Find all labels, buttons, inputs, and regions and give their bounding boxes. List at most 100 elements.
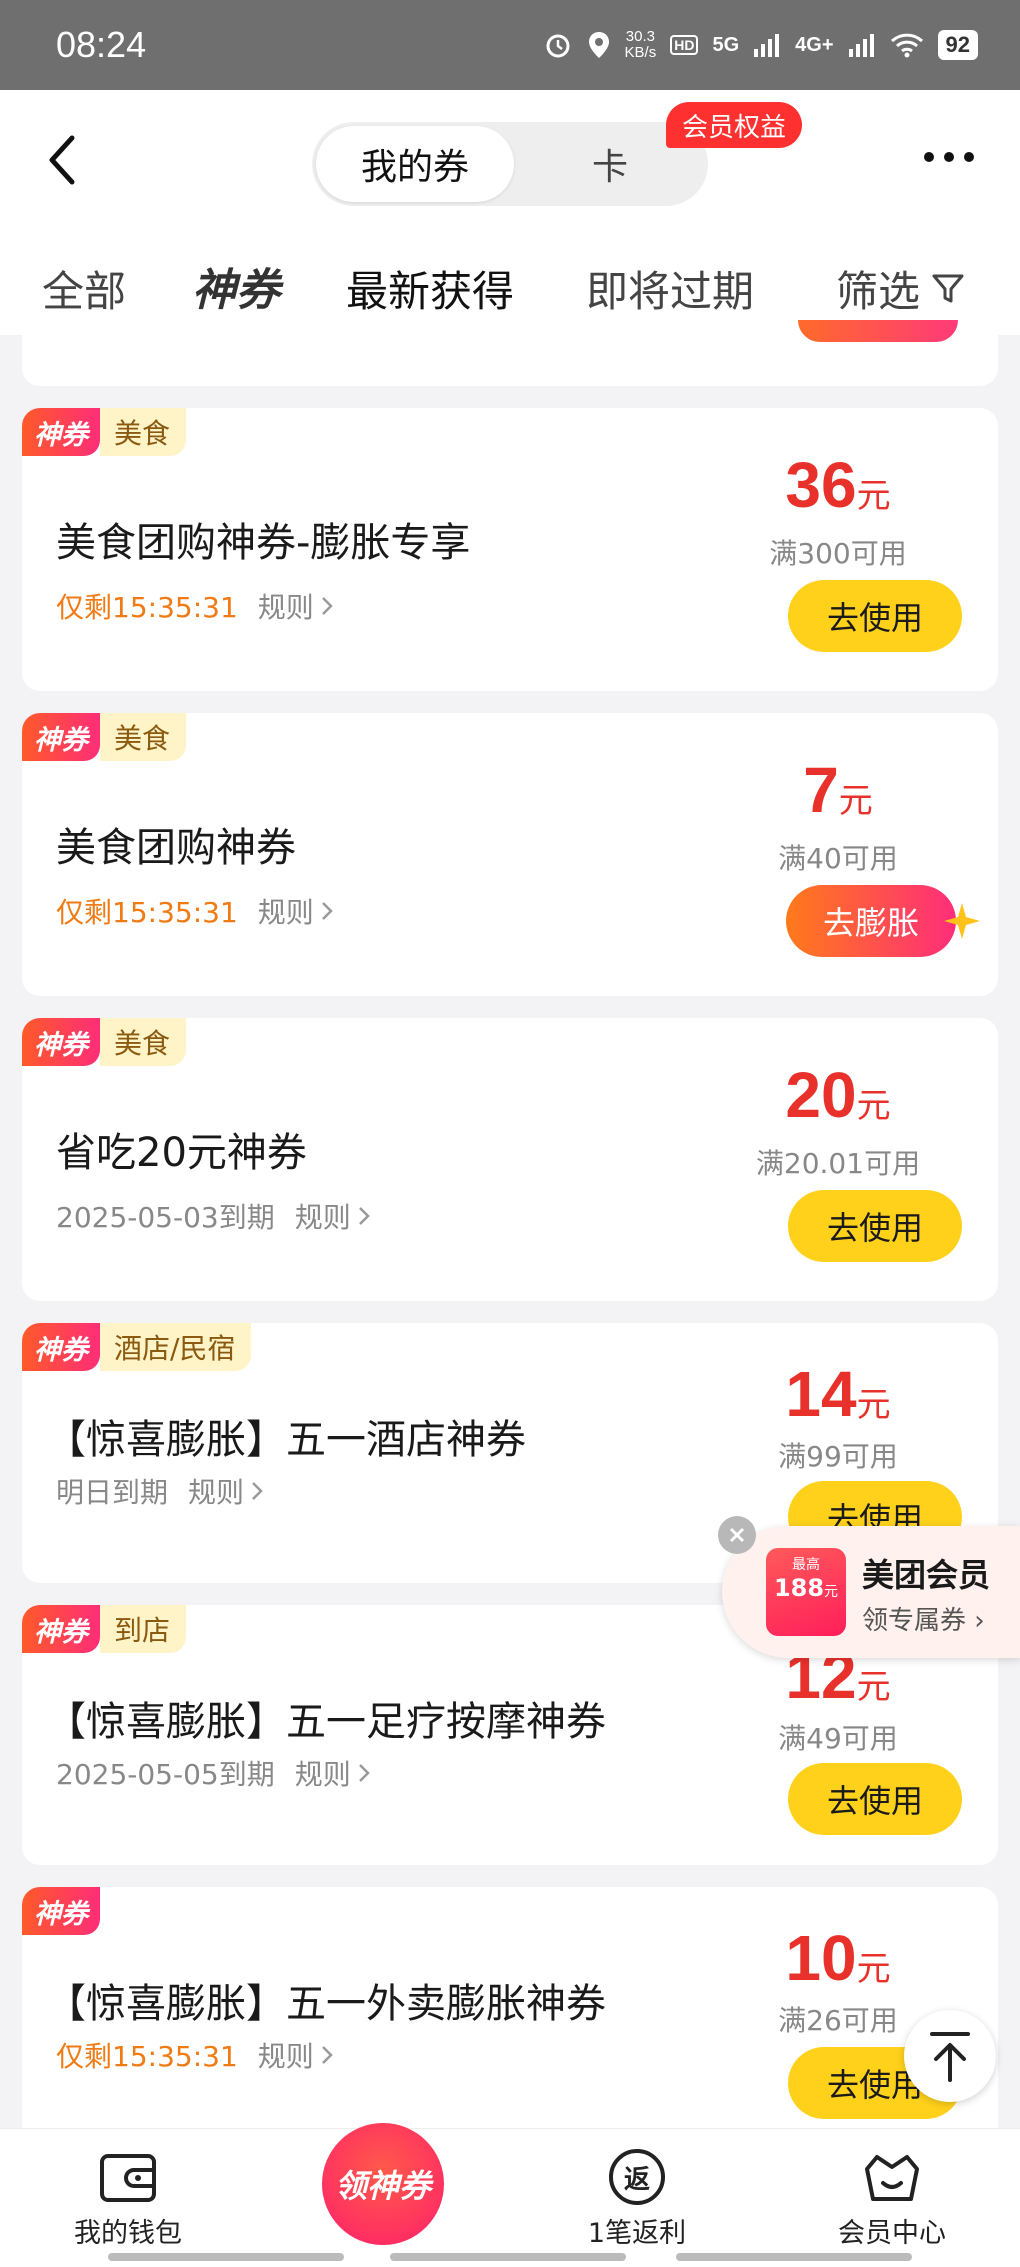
amount-value: 14 [785, 1358, 857, 1430]
promo-coupon-graphic: 最高 188元 [766, 1548, 846, 1636]
more-dot-icon [964, 152, 974, 162]
nav-rebate[interactable]: 返 1笔返利 [537, 2143, 737, 2250]
coupon-card[interactable]: 神券 美食 美食团购神券-膨胀专享 仅剩15:35:31 规则 36元 满300… [22, 408, 998, 691]
rule-label: 规则 [294, 1201, 351, 1234]
amount-value: 20 [785, 1059, 857, 1131]
promo-close-button[interactable] [718, 1516, 756, 1554]
use-coupon-button[interactable]: 去使用 [788, 1763, 962, 1835]
rule-link[interactable]: 规则 [188, 1471, 264, 1511]
funnel-icon [932, 274, 964, 302]
coupon-amount: 10元 [738, 1921, 938, 1995]
amount-unit: 元 [838, 781, 873, 821]
nav-rebate-label: 1笔返利 [587, 2218, 687, 2249]
category-tag: 到店 [100, 1605, 187, 1653]
signal-bars-icon-2 [848, 34, 874, 57]
tab-filter[interactable]: 筛选 [836, 258, 966, 319]
coupon-card[interactable]: 神券 【惊喜膨胀】五一外卖膨胀神券 仅剩15:35:31 规则 10元 满26可… [22, 1887, 998, 2128]
rule-link[interactable]: 规则 [258, 2035, 334, 2075]
signal-bars-icon [754, 34, 780, 57]
coupon-amount: 14元 [738, 1357, 938, 1431]
rule-link[interactable]: 规则 [258, 891, 334, 931]
segment-my-coupons[interactable]: 我的券 [316, 126, 514, 202]
coupon-tags: 神券 美食 [22, 713, 187, 761]
rule-link[interactable]: 规则 [295, 1196, 371, 1236]
nav-wallet-label: 我的钱包 [74, 2218, 182, 2249]
use-coupon-button[interactable]: 去使用 [788, 1190, 962, 1262]
tab-god-coupons[interactable]: 神券 [192, 254, 280, 318]
coupon-subline: 仅剩15:35:31 规则 [56, 891, 334, 931]
rule-label: 规则 [188, 1476, 245, 1509]
member-benefits-badge[interactable]: 会员权益 [666, 102, 803, 148]
header: 我的券 卡 会员权益 全部 神券 最新获得 即将过期 筛选 [0, 90, 1020, 338]
coupon-tags: 神券 到店 [22, 1605, 187, 1653]
coupon-validity: 仅剩15:35:31 [56, 896, 238, 929]
rule-link[interactable]: 规则 [295, 1753, 371, 1793]
gesture-bar [390, 2253, 626, 2261]
battery-indicator: 92 [937, 30, 978, 60]
promo-box-amount: 188 [773, 1574, 825, 1602]
use-coupon-button[interactable]: 去使用 [788, 580, 962, 652]
coupon-card-segmented-control: 我的券 卡 [312, 122, 708, 206]
chevron-right-icon [321, 902, 333, 920]
partial-action-button[interactable] [798, 320, 958, 342]
rebate-icon: 返 [609, 2149, 665, 2205]
nav-get-coupons-button[interactable]: 领神券 [322, 2123, 444, 2245]
nav-wallet[interactable]: 我的钱包 [28, 2143, 228, 2250]
coupon-card-partial [22, 320, 998, 386]
arrow-up-icon [930, 2032, 970, 2082]
coupon-subline: 仅剩15:35:31 规则 [56, 2035, 334, 2075]
tab-expiring[interactable]: 即将过期 [586, 258, 754, 319]
category-tag: 美食 [100, 713, 187, 761]
amount-value: 7 [803, 754, 839, 826]
amount-unit: 元 [856, 1949, 891, 1989]
more-options-button[interactable] [924, 152, 974, 162]
chevron-right-icon [321, 2046, 333, 2064]
network-speed: 30.3 KB/s [625, 29, 657, 61]
coupon-tags: 神券 美食 [22, 408, 187, 456]
tab-newest[interactable]: 最新获得 [346, 258, 514, 319]
tab-all[interactable]: 全部 [42, 258, 126, 319]
back-to-top-button[interactable] [904, 2010, 996, 2102]
bottom-navigation: 我的钱包 领神券 返 1笔返利 会员中心 [0, 2123, 1020, 2267]
coupon-subline: 2025-05-03到期 规则 [56, 1196, 371, 1236]
coupon-condition: 满20.01可用 [755, 1147, 921, 1180]
expand-coupon-button[interactable]: 去膨胀 [786, 885, 956, 957]
rule-link[interactable]: 规则 [258, 586, 334, 626]
filter-label: 筛选 [836, 267, 921, 316]
back-button[interactable] [40, 130, 90, 190]
gesture-bar [108, 2253, 344, 2261]
coupon-card[interactable]: 神券 美食 省吃20元神券 2025-05-03到期 规则 20元 满20.01… [22, 1018, 998, 1301]
signal-5g: 5G [712, 33, 740, 56]
coupon-title: 【惊喜膨胀】五一酒店神券 [46, 1417, 526, 1463]
amount-value: 10 [785, 1922, 857, 1994]
nav-member-center[interactable]: 会员中心 [792, 2143, 992, 2250]
nav-member-label: 会员中心 [838, 2218, 946, 2249]
chevron-right-icon [358, 1207, 370, 1225]
coupon-condition: 满99可用 [778, 1440, 898, 1473]
coupon-condition: 满300可用 [769, 537, 907, 570]
member-promo-float[interactable]: 最高 188元 美团会员 领专属券 › [722, 1526, 1020, 1658]
god-coupon-tag: 神券 [22, 408, 100, 456]
coupon-validity: 仅剩15:35:31 [56, 2040, 238, 2073]
coupon-amount: 20元 [738, 1058, 938, 1132]
basket-crown-icon [865, 2155, 919, 2201]
speed-value: 30.3 [625, 28, 655, 45]
coupon-title: 美食团购神券-膨胀专享 [56, 520, 471, 566]
more-dot-icon [924, 152, 934, 162]
chevron-right-icon [358, 1764, 370, 1782]
god-coupon-tag: 神券 [22, 1605, 100, 1653]
coupon-tags: 神券 酒店/民宿 [22, 1323, 252, 1371]
coupon-condition: 满40可用 [778, 842, 898, 875]
coupon-title: 美食团购神券 [56, 825, 296, 871]
wallet-icon [100, 2154, 156, 2202]
god-coupon-tag: 神券 [22, 713, 100, 761]
amount-unit: 元 [856, 1385, 891, 1425]
coupon-title: 【惊喜膨胀】五一足疗按摩神券 [46, 1699, 606, 1745]
category-tag: 美食 [100, 408, 187, 456]
speed-unit: KB/s [624, 44, 657, 61]
coupon-card[interactable]: 神券 美食 美食团购神券 仅剩15:35:31 规则 7元 满40可用 去膨胀 [22, 713, 998, 996]
coupon-validity: 2025-05-03到期 [56, 1201, 275, 1234]
wifi-icon [890, 33, 923, 58]
promo-box-label: 最高 [792, 1557, 820, 1573]
coupon-title: 省吃20元神券 [56, 1130, 307, 1176]
